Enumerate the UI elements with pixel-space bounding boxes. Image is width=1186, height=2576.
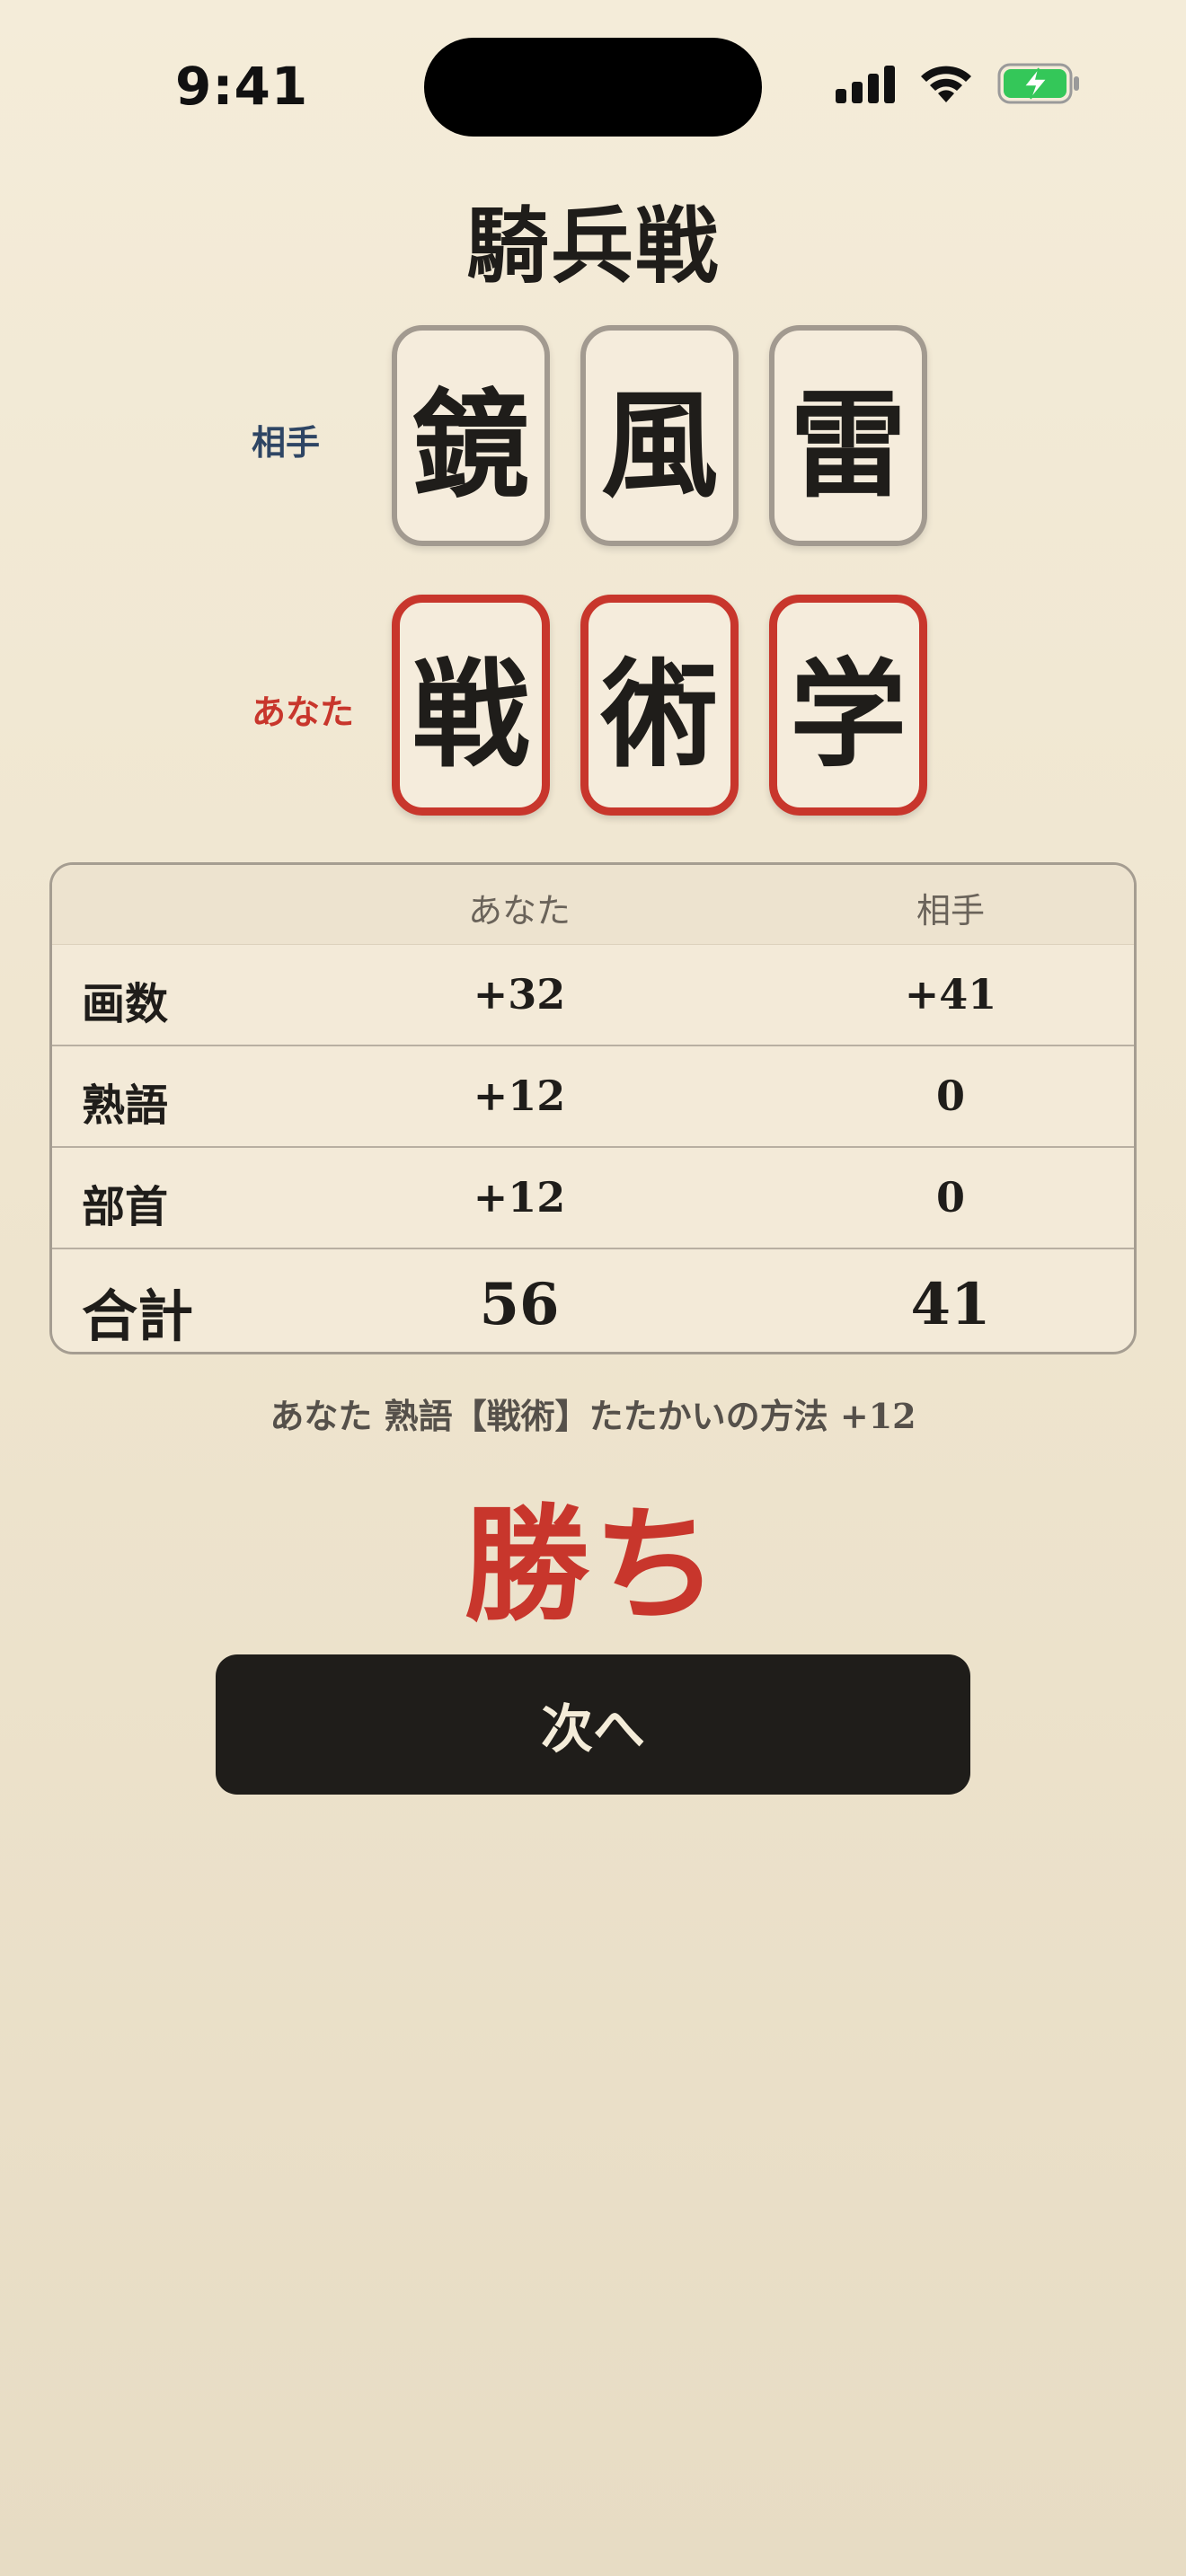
status-time: 9:41 bbox=[175, 56, 309, 117]
score-table-header: あなた 相手 bbox=[52, 865, 1134, 945]
cellular-signal-icon bbox=[836, 64, 895, 103]
combo-note: あなた 熟語【戦術】たたかいの方法 +12 bbox=[270, 1396, 916, 1436]
total-you: 56 bbox=[479, 1271, 560, 1338]
column-header-you: あなた bbox=[467, 891, 571, 931]
status-icons bbox=[836, 63, 1080, 104]
score-opponent: 0 bbox=[935, 1072, 965, 1120]
dynamic-island bbox=[424, 38, 762, 137]
your-tile[interactable]: 戦 bbox=[392, 595, 550, 816]
row-label: 部首 bbox=[82, 1182, 169, 1232]
result-text: 勝ち bbox=[463, 1492, 722, 1639]
score-opponent: 0 bbox=[935, 1173, 965, 1222]
table-row: 熟語 +12 0 bbox=[52, 1046, 1134, 1148]
wifi-icon bbox=[918, 63, 974, 104]
score-you: +12 bbox=[473, 1173, 566, 1222]
row-label: 熟語 bbox=[82, 1081, 169, 1131]
score-you: +32 bbox=[473, 970, 566, 1019]
total-opponent: 41 bbox=[910, 1271, 991, 1338]
your-tile[interactable]: 学 bbox=[769, 595, 927, 816]
opponent-tile: 風 bbox=[580, 325, 739, 546]
battery-charging-icon bbox=[997, 63, 1080, 104]
status-bar: 9:41 bbox=[0, 0, 1186, 171]
total-label: 合計 bbox=[82, 1284, 194, 1349]
next-button[interactable]: 次へ bbox=[216, 1654, 970, 1795]
page-title: 騎兵戦 bbox=[465, 198, 720, 295]
opponent-tile: 鏡 bbox=[392, 325, 550, 546]
your-hand-label: あなた bbox=[252, 692, 355, 732]
opponent-hand-label: 相手 bbox=[252, 422, 321, 463]
score-opponent: +41 bbox=[904, 970, 997, 1019]
row-label: 画数 bbox=[82, 979, 169, 1029]
table-row: 部首 +12 0 bbox=[52, 1148, 1134, 1249]
score-you: +12 bbox=[473, 1072, 566, 1120]
column-header-opponent: 相手 bbox=[916, 891, 985, 931]
your-tile[interactable]: 術 bbox=[580, 595, 739, 816]
total-row: 合計 56 41 bbox=[52, 1249, 1134, 1352]
score-table: あなた 相手 画数 +32 +41 熟語 +12 0 部首 +12 0 合計 5… bbox=[49, 862, 1137, 1354]
opponent-tile: 雷 bbox=[769, 325, 927, 546]
table-row: 画数 +32 +41 bbox=[52, 945, 1134, 1046]
